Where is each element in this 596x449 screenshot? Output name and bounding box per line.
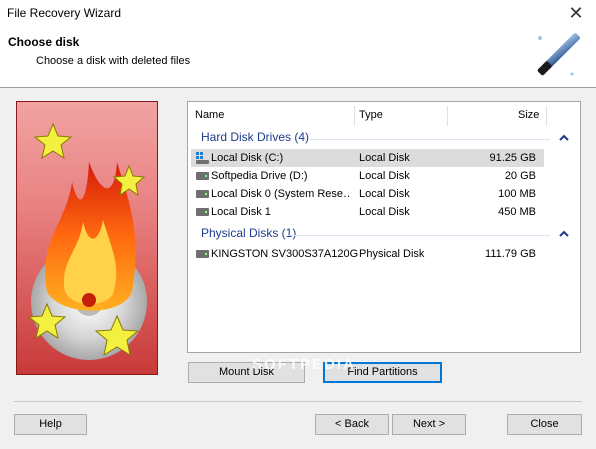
title-bar: File Recovery Wizard ✕	[0, 0, 596, 26]
disk-row-kingston[interactable]: KINGSTON SV300S37A120G Physical Disk 111…	[191, 245, 544, 263]
disk-size: 100 MB	[498, 188, 536, 200]
disk-row-local-disk-0[interactable]: Local Disk 0 (System Rese… Local Disk 10…	[191, 185, 544, 203]
group-divider	[289, 235, 550, 236]
group-header-physical-disks[interactable]: Physical Disks (1)	[201, 226, 296, 240]
hard-drive-icon	[196, 208, 209, 216]
column-divider	[354, 106, 355, 126]
chevron-up-icon[interactable]	[558, 229, 570, 239]
fire-disc-icon	[27, 122, 147, 360]
disk-name: Local Disk 1	[211, 206, 271, 218]
disk-row-local-disk-1[interactable]: Local Disk 1 Local Disk 450 MB	[191, 203, 544, 221]
disk-row-softpedia-drive-d[interactable]: Softpedia Drive (D:) Local Disk 20 GB	[191, 167, 544, 185]
disk-size: 111.79 GB	[485, 248, 536, 260]
help-button[interactable]: Help	[14, 414, 87, 435]
window-title: File Recovery Wizard	[7, 6, 122, 20]
watermark: SOFTPEDIA	[252, 356, 356, 373]
wizard-body: Name Type Size Hard Disk Drives (4) Loca…	[0, 88, 596, 449]
wizard-header: Choose disk Choose a disk with deleted f…	[0, 26, 596, 88]
disk-name: Softpedia Drive (D:)	[211, 170, 308, 182]
footer-divider	[14, 401, 582, 402]
disk-name: Local Disk (C:)	[211, 152, 284, 164]
group-header-hard-disk-drives[interactable]: Hard Disk Drives (4)	[201, 130, 309, 144]
magic-wand-icon	[537, 33, 580, 76]
disk-type: Local Disk	[359, 188, 410, 200]
column-header-type[interactable]: Type	[359, 102, 383, 129]
column-header-size[interactable]: Size	[518, 102, 539, 129]
back-button[interactable]: < Back	[315, 414, 389, 435]
disk-type: Local Disk	[359, 206, 410, 218]
system-drive-icon	[196, 152, 209, 164]
hard-drive-icon	[196, 250, 209, 258]
recovery-illustration	[16, 101, 158, 375]
disk-row-local-disk-c[interactable]: Local Disk (C:) Local Disk 91.25 GB	[191, 149, 544, 167]
disk-list[interactable]: Name Type Size Hard Disk Drives (4) Loca…	[187, 101, 581, 353]
page-title: Choose disk	[8, 35, 80, 49]
hard-drive-icon	[196, 172, 209, 180]
disk-size: 20 GB	[504, 170, 536, 182]
disk-type: Local Disk	[359, 170, 410, 182]
column-header-name[interactable]: Name	[195, 102, 224, 129]
disk-size: 91.25 GB	[489, 152, 536, 164]
column-divider	[447, 106, 448, 126]
disk-type: Local Disk	[359, 152, 410, 164]
close-icon[interactable]: ✕	[556, 0, 596, 26]
disk-type: Physical Disk	[359, 248, 425, 260]
close-button[interactable]: Close	[507, 414, 582, 435]
hard-drive-icon	[196, 190, 209, 198]
column-divider	[546, 106, 547, 126]
chevron-up-icon[interactable]	[558, 133, 570, 143]
page-subtitle: Choose a disk with deleted files	[36, 55, 191, 67]
group-divider	[310, 139, 550, 140]
disk-name: Local Disk 0 (System Rese…	[211, 188, 351, 200]
disk-name: KINGSTON SV300S37A120G	[211, 248, 359, 260]
next-button[interactable]: Next >	[392, 414, 466, 435]
disk-size: 450 MB	[498, 206, 536, 218]
